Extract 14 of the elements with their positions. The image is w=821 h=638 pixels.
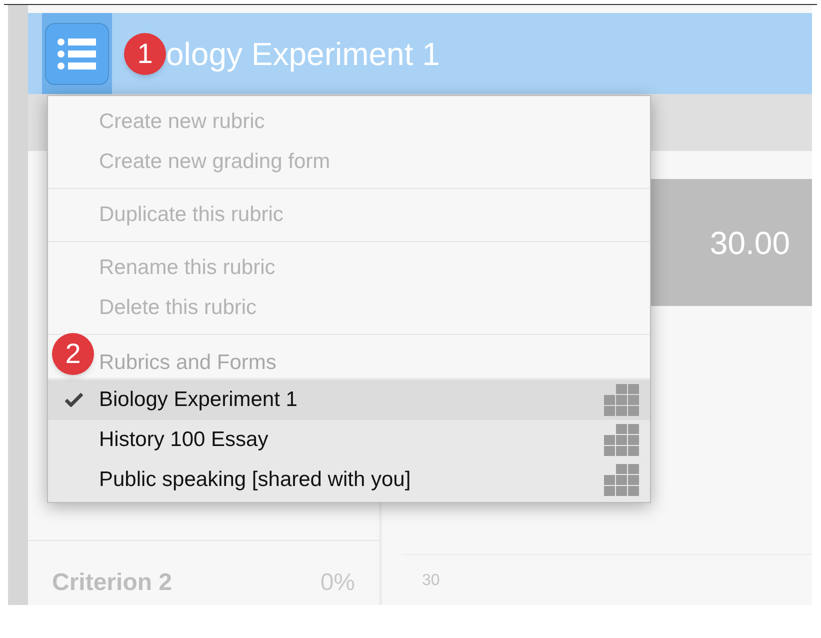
check-icon: [64, 393, 82, 407]
rubric-item[interactable]: Biology Experiment 1: [48, 380, 650, 420]
rubric-title: ology Experiment 1: [166, 34, 440, 74]
criterion-name: Criterion 2: [52, 568, 172, 598]
step-badge: 1: [124, 32, 166, 74]
menu-item[interactable]: Create new grading form: [48, 142, 650, 182]
section-label: Rubrics and Forms: [99, 350, 276, 376]
grid-icon: [604, 424, 640, 456]
grid-icon: [604, 464, 640, 496]
menu-button[interactable]: [45, 22, 109, 84]
step-badge: 2: [52, 333, 94, 375]
grid-icon: [604, 384, 640, 416]
menu-item[interactable]: Create new rubric: [48, 102, 650, 142]
menu-icon: [57, 36, 97, 70]
